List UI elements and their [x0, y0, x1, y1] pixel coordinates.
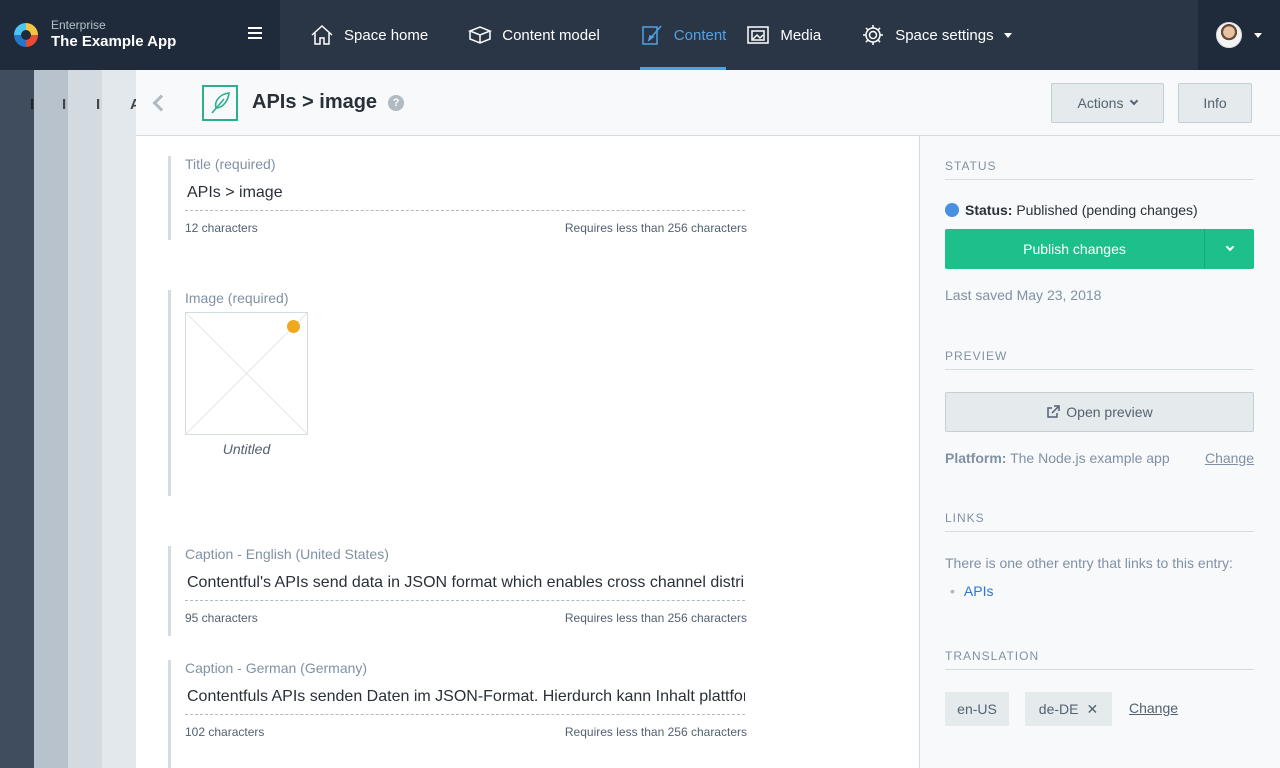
entry-editor: Title (required) APIs > image 12 charact… — [136, 136, 920, 768]
field-label: Title (required) — [185, 156, 276, 172]
status-label: Status: — [965, 202, 1013, 218]
preview-section-title: PREVIEW — [945, 349, 1254, 370]
stacked-slide[interactable]: I — [0, 70, 34, 768]
caption-en-input[interactable]: Contentful's APIs send data in JSON form… — [185, 574, 745, 601]
locale-tag-en-us: en-US — [945, 692, 1009, 726]
stacked-slide[interactable]: I — [34, 70, 68, 768]
entry-header: APIs > image ? Actions Info — [136, 70, 1280, 136]
publish-button-group: Publish changes — [945, 229, 1254, 269]
title-field: Title (required) APIs > image 12 charact… — [168, 156, 748, 240]
status-dot-icon — [945, 203, 959, 217]
publish-changes-button[interactable]: Publish changes — [945, 229, 1204, 269]
chevron-down-icon — [1003, 32, 1012, 38]
chevron-left-icon — [152, 94, 170, 111]
help-icon[interactable]: ? — [388, 94, 405, 111]
org-name: The Example App — [51, 33, 177, 50]
linked-entry-link[interactable]: APIs — [950, 583, 994, 599]
field-label: Image (required) — [185, 290, 289, 306]
info-button[interactable]: Info — [1178, 83, 1252, 123]
home-icon — [310, 23, 334, 47]
page-title: APIs > image — [252, 91, 378, 113]
preview-platform: Platform: The Node.js example app Change — [945, 450, 1254, 466]
asset-title: Untitled — [222, 441, 271, 457]
change-locales-link[interactable]: Change — [1129, 700, 1178, 716]
media-icon — [746, 23, 770, 47]
top-navigation: Enterprise The Example App Space home Co… — [0, 0, 1280, 70]
links-section-title: LINKS — [945, 511, 1254, 532]
chevron-down-icon — [1254, 32, 1262, 38]
org-plan: Enterprise — [51, 18, 106, 32]
contentful-logo-icon — [14, 23, 38, 47]
char-limit: Requires less than 256 characters — [564, 611, 747, 625]
user-menu[interactable] — [1198, 0, 1280, 70]
entry-feather-icon — [202, 84, 238, 121]
nav-media[interactable]: Media — [746, 0, 841, 70]
chevron-down-icon — [1130, 96, 1139, 106]
publish-options-button[interactable] — [1204, 229, 1254, 269]
change-platform-link[interactable]: Change — [1205, 450, 1254, 466]
char-count: 12 characters — [185, 221, 258, 235]
stacked-slide[interactable]: A — [102, 70, 141, 768]
main-nav: Space home Content model Content Media S… — [280, 0, 1198, 70]
org-switcher[interactable]: Enterprise The Example App — [0, 0, 280, 70]
gear-icon — [861, 23, 885, 47]
char-limit: Requires less than 256 characters — [564, 725, 747, 739]
asset-card[interactable] — [185, 312, 308, 435]
chevron-down-icon — [1225, 242, 1234, 252]
nav-content-model[interactable]: Content model — [468, 0, 620, 70]
field-label: Caption - English (United States) — [185, 546, 389, 562]
nav-space-home[interactable]: Space home — [310, 0, 448, 70]
nav-content[interactable]: Content — [639, 0, 726, 70]
pending-status-dot — [287, 320, 300, 333]
open-preview-button[interactable]: Open preview — [945, 392, 1254, 432]
nav-space-settings[interactable]: Space settings — [861, 0, 1031, 70]
close-icon[interactable]: ✕ — [1086, 701, 1098, 718]
avatar — [1216, 22, 1242, 48]
actions-button[interactable]: Actions — [1051, 83, 1164, 123]
field-label: Caption - German (Germany) — [185, 660, 368, 676]
links-description: There is one other entry that links to t… — [945, 555, 1233, 571]
hamburger-menu-icon[interactable] — [248, 27, 262, 41]
status-line: Status: Published (pending changes) — [945, 202, 1198, 218]
char-count: 102 characters — [185, 725, 265, 739]
title-input[interactable]: APIs > image — [185, 184, 745, 211]
caption-de-field: Caption - German (Germany) Contentfuls A… — [168, 660, 748, 768]
last-saved: Last saved May 23, 2018 — [945, 287, 1102, 303]
content-icon — [640, 23, 664, 47]
stacked-slide[interactable]: I — [68, 70, 102, 768]
caption-de-input[interactable]: Contentfuls APIs senden Daten im JSON-Fo… — [185, 688, 745, 715]
external-link-icon — [1047, 405, 1061, 418]
translation-section-title: TRANSLATION — [945, 649, 1254, 670]
caption-en-field: Caption - English (United States) Conten… — [168, 546, 748, 636]
char-count: 95 characters — [185, 611, 258, 625]
entry-sidebar: STATUS Status: Published (pending change… — [920, 136, 1280, 768]
locale-tag-de-de: de-DE ✕ — [1025, 692, 1112, 726]
char-limit: Requires less than 256 characters — [564, 221, 747, 235]
back-button[interactable] — [136, 70, 180, 136]
content-model-icon — [468, 23, 493, 47]
image-field: Image (required) Untitled — [168, 290, 748, 496]
status-value: Published (pending changes) — [1016, 202, 1198, 218]
status-section-title: STATUS — [945, 159, 1254, 180]
